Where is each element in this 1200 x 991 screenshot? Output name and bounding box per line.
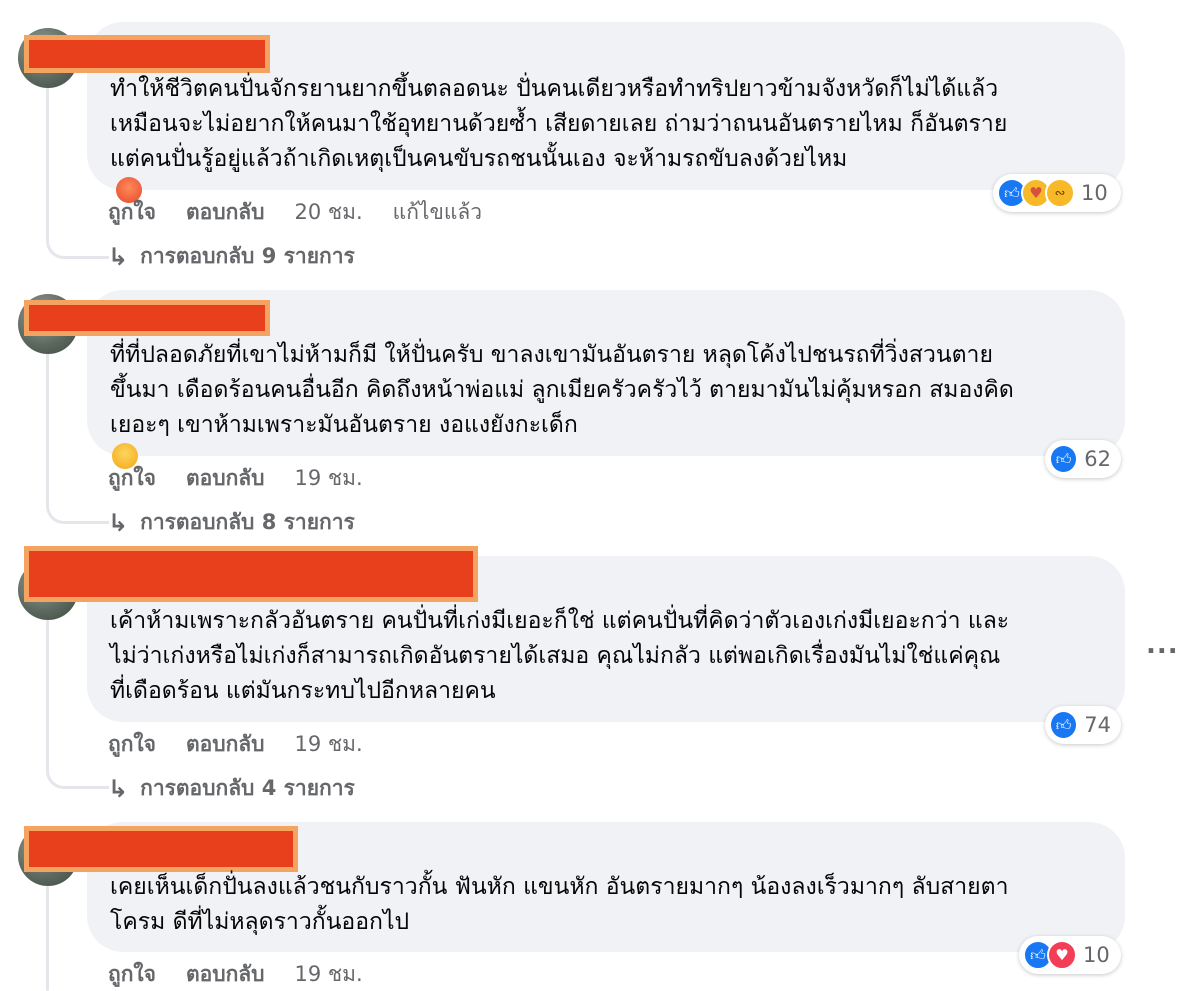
comment-line: เยอะๆ เขาห้ามเพราะมันอันตราย งอแงยังกะเด… — [110, 408, 1014, 469]
comment-line: ขึ้นมา เดือดร้อนคนอื่นอีก คิดถึงหน้าพ่อแ… — [110, 377, 1014, 403]
comment-line: ที่เดือดร้อน แต่มันกระทบไปอีกหลายคน — [110, 678, 496, 704]
replies-label: การตอบกลับ 4 รายการ — [140, 776, 355, 800]
replies-label: การตอบกลับ 8 รายการ — [140, 510, 355, 534]
like-button[interactable]: ถูกใจ — [108, 196, 156, 229]
reply-arrow-icon: ↳ — [108, 242, 129, 271]
reply-button[interactable]: ตอบกลับ — [186, 728, 265, 761]
love-reaction-icon: ♥ — [1047, 940, 1077, 970]
thread-connector — [46, 228, 109, 259]
comment-actions: ถูกใจ ตอบกลับ 19 ชม. — [108, 462, 393, 495]
comment-text: เคยเห็นเด็กปั่นลงแล้วชนกับราวกั้น ฟันหัก… — [110, 870, 1009, 940]
reply-arrow-icon: ↳ — [108, 774, 129, 803]
thread-line — [46, 88, 49, 238]
view-replies-link[interactable]: ↳ การตอบกลับ 8 รายการ — [108, 506, 355, 539]
timestamp[interactable]: 20 ชม. — [295, 196, 363, 229]
timestamp[interactable]: 19 ชม. — [295, 462, 363, 495]
view-replies-link[interactable]: ↳ การตอบกลับ 9 รายการ — [108, 240, 355, 273]
redacted-author-name[interactable] — [24, 300, 270, 336]
comment-line: ที่ที่ปลอดภัยที่เขาไม่ห้ามก็มี ให้ปั่นคร… — [110, 342, 993, 368]
reaction-summary[interactable]: 👍︎ ♥ 10 — [1019, 936, 1121, 974]
comment-line: แต่คนปั่นรู้อยู่แล้วถ้าเกิดเหตุเป็นคนขับ… — [110, 142, 1007, 203]
reaction-count: 74 — [1084, 713, 1111, 737]
like-button[interactable]: ถูกใจ — [108, 728, 156, 761]
reply-arrow-icon: ↳ — [108, 508, 129, 537]
comment-text: ที่ที่ปลอดภัยที่เขาไม่ห้ามก็มี ให้ปั่นคร… — [110, 338, 1014, 469]
reaction-summary[interactable]: 👍︎ 62 — [1045, 440, 1121, 478]
reply-button[interactable]: ตอบกลับ — [186, 462, 265, 495]
timestamp[interactable]: 19 ชม. — [295, 728, 363, 761]
edited-label[interactable]: แก้ไขแล้ว — [393, 196, 482, 229]
thread-line — [46, 620, 49, 770]
reply-button[interactable]: ตอบกลับ — [186, 196, 265, 229]
like-button[interactable]: ถูกใจ — [108, 462, 156, 495]
like-reaction-icon: 👍︎ — [1049, 710, 1079, 740]
comment-line: โครม ดีที่ไม่หลุดราวกั้นออกไป — [110, 909, 410, 935]
like-button[interactable]: ถูกใจ — [108, 958, 156, 991]
reply-button[interactable]: ตอบกลับ — [186, 958, 265, 991]
thread-connector — [46, 758, 109, 789]
redacted-author-name[interactable] — [24, 826, 298, 872]
reaction-count: 10 — [1083, 943, 1110, 967]
comment-line: ทำให้ชีวิตคนปั่นจักรยานยากขึ้นตลอดนะ ปั่… — [110, 76, 999, 102]
reaction-count: 62 — [1084, 447, 1111, 471]
thread-line — [46, 352, 49, 502]
thread-line — [46, 886, 49, 991]
redacted-author-name[interactable] — [24, 546, 478, 602]
comment-line: เหมือนจะไม่อยากให้คนมาใช้อุทยานด้วยซ้ำ เ… — [110, 111, 1008, 137]
reaction-count: 10 — [1081, 181, 1108, 205]
redacted-author-name[interactable] — [24, 35, 270, 73]
reaction-summary[interactable]: 👍︎ ♥ ∾ 10 — [993, 174, 1121, 212]
reaction-summary[interactable]: 👍︎ 74 — [1045, 706, 1121, 744]
comment-text: ทำให้ชีวิตคนปั่นจักรยานยากขึ้นตลอดนะ ปั่… — [110, 72, 1007, 203]
thread-connector — [46, 493, 109, 524]
replies-label: การตอบกลับ 9 รายการ — [140, 244, 355, 268]
comment-actions: ถูกใจ ตอบกลับ 19 ชม. — [108, 728, 393, 761]
comment-line: เค้าห้ามเพราะกลัวอันตราย คนปั่นที่เก่งมี… — [110, 608, 1010, 634]
timestamp[interactable]: 19 ชม. — [295, 958, 363, 991]
view-replies-link[interactable]: ↳ การตอบกลับ 4 รายการ — [108, 772, 355, 805]
more-options-button[interactable]: ... — [1146, 630, 1179, 660]
comment-actions: ถูกใจ ตอบกลับ 20 ชม. แก้ไขแล้ว — [108, 196, 512, 229]
haha-reaction-icon: ∾ — [1045, 178, 1075, 208]
comment-line: เคยเห็นเด็กปั่นลงแล้วชนกับราวกั้น ฟันหัก… — [110, 874, 1009, 900]
comment-actions: ถูกใจ ตอบกลับ 19 ชม. — [108, 958, 393, 991]
comment-text: เค้าห้ามเพราะกลัวอันตราย คนปั่นที่เก่งมี… — [110, 604, 1009, 709]
like-reaction-icon: 👍︎ — [1049, 444, 1079, 474]
comment-line: ไม่ว่าเก่งหรือไม่เก่งก็สามารถเกิดอันตราย… — [110, 643, 1001, 669]
